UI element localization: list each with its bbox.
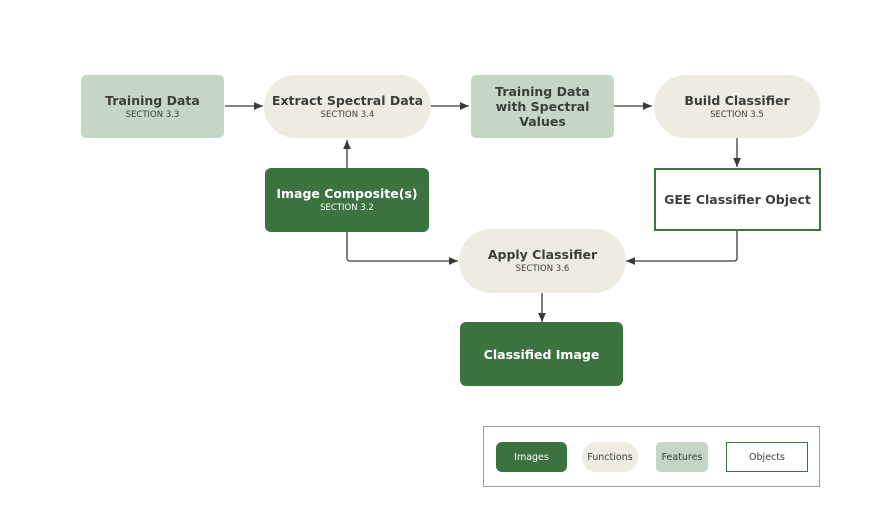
node-title: Training Data with Spectral Values — [495, 84, 590, 129]
node-section: SECTION 3.6 — [515, 264, 570, 274]
node-gee-classifier-object: GEE Classifier Object — [654, 168, 821, 231]
node-title: Image Composite(s) — [276, 186, 418, 201]
node-training-data: Training Data SECTION 3.3 — [81, 75, 224, 138]
node-section: SECTION 3.5 — [710, 109, 764, 120]
node-section: SECTION 3.3 — [125, 109, 180, 120]
legend-objects: Objects — [726, 442, 808, 472]
legend-functions: Functions — [582, 442, 638, 472]
node-section: SECTION 3.2 — [320, 203, 374, 213]
node-classified-image: Classified Image — [460, 322, 623, 386]
node-extract-spectral-data: Extract Spectral Data SECTION 3.4 — [264, 75, 431, 138]
legend-features: Features — [656, 442, 708, 472]
node-training-data-spectral: Training Data with Spectral Values — [471, 75, 614, 138]
node-title: GEE Classifier Object — [664, 192, 811, 207]
node-apply-classifier: Apply Classifier SECTION 3.6 — [459, 229, 626, 293]
edge-composite-to-apply — [346, 232, 458, 265]
node-image-composite: Image Composite(s) SECTION 3.2 — [265, 168, 429, 232]
legend-images: Images — [496, 442, 567, 472]
node-title: Build Classifier — [684, 92, 790, 108]
node-section: SECTION 3.4 — [320, 109, 375, 120]
node-title: Extract Spectral Data — [271, 92, 424, 108]
node-title: Apply Classifier — [487, 247, 598, 262]
node-build-classifier: Build Classifier SECTION 3.5 — [654, 75, 820, 138]
node-title: Classified Image — [483, 346, 600, 362]
node-title: Training Data — [105, 92, 200, 108]
legend: Images Functions Features Objects — [483, 426, 820, 487]
edge-gee-to-apply — [626, 231, 738, 265]
